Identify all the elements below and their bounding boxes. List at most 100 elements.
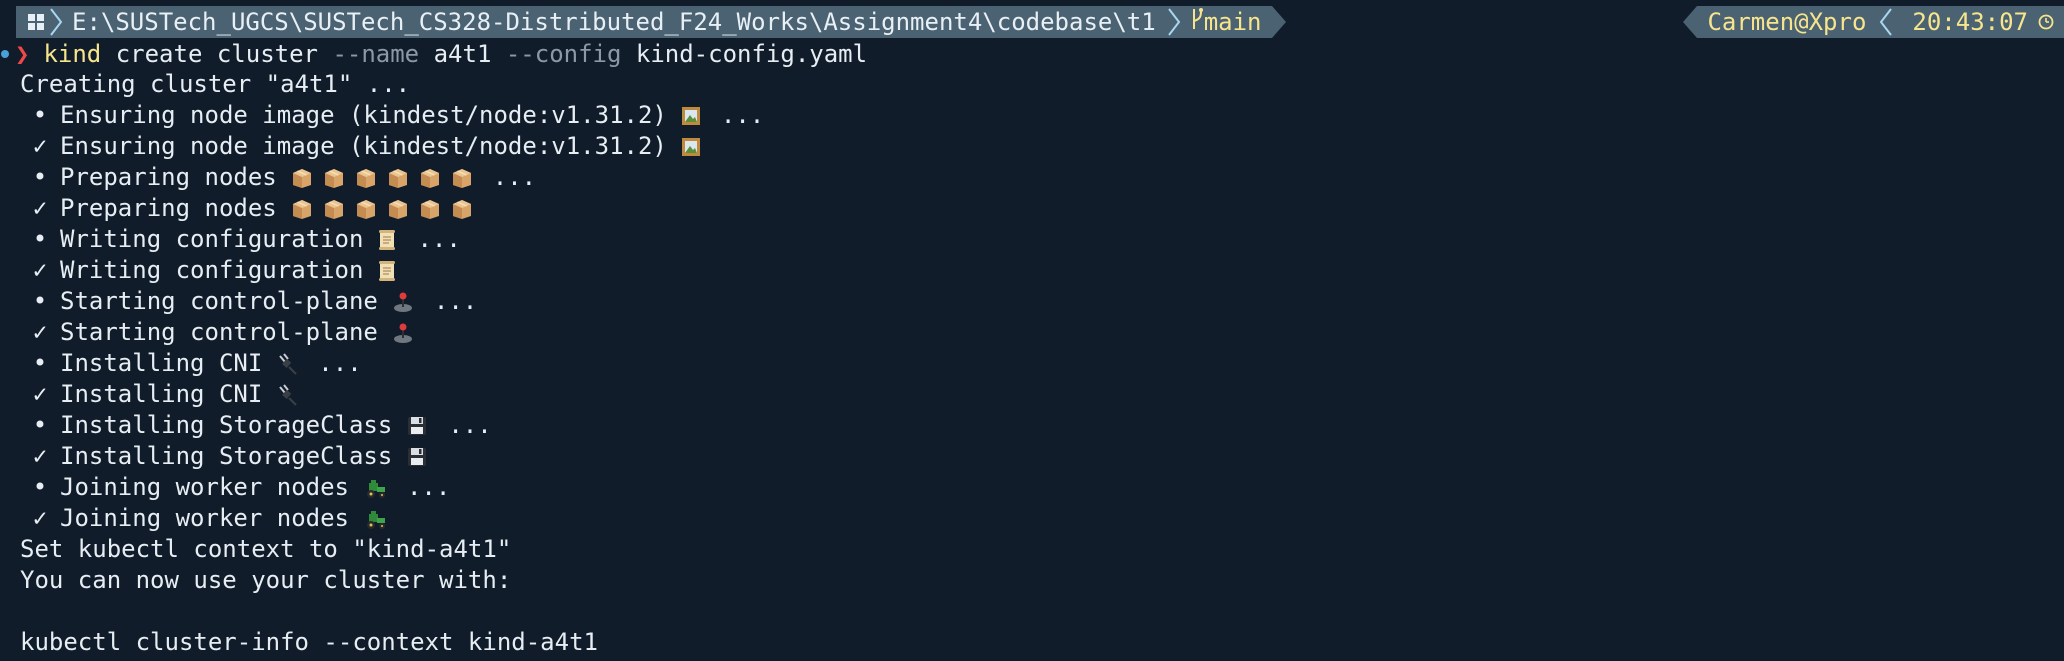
step-done-check: ✓: [32, 194, 48, 222]
step-line: • Ensuring node image (kindest/node:v1.31…: [20, 100, 764, 131]
step-pending-bullet: •: [32, 101, 48, 129]
step-line: ✓ Preparing nodes: [20, 193, 764, 224]
step-done-check: ✓: [32, 442, 48, 470]
git-branch-icon: [1190, 7, 1204, 37]
step-text: Installing CNI: [60, 349, 263, 377]
prompt-symbol: ❯: [15, 39, 30, 68]
step-progress-dots: ...: [417, 225, 461, 253]
os-segment: [16, 6, 44, 38]
scroll-icon: [377, 260, 407, 282]
command-flag-config: --config: [505, 39, 622, 68]
command-line[interactable]: ❯ kind create cluster --name a4t1 --conf…: [0, 38, 867, 69]
package-box-icon: [291, 167, 483, 189]
step-text: Preparing nodes: [60, 194, 277, 222]
command-program: kind: [43, 39, 102, 68]
prompt-left-segments: E:\SUSTech_UGCS\SUSTech_CS328-Distribute…: [16, 6, 1286, 38]
step-progress-dots: ...: [406, 473, 451, 501]
path-segment: E:\SUSTech_UGCS\SUSTech_CS328-Distribute…: [68, 6, 1162, 38]
step-line: • Preparing nodes ...: [20, 162, 764, 193]
step-text: Installing CNI: [60, 380, 263, 408]
electric-plug-icon: [276, 383, 308, 406]
step-text: Installing StorageClass: [60, 442, 393, 470]
step-line: ✓ Writing configuration: [20, 255, 764, 286]
git-segment: main: [1185, 6, 1272, 38]
prompt-bar: E:\SUSTech_UGCS\SUSTech_CS328-Distribute…: [0, 6, 2064, 38]
prompt-right-segments: Carmen@Xpro 20:43:07: [1683, 6, 2064, 38]
step-pending-bullet: •: [32, 163, 48, 191]
step-line: ✓ Starting control-plane: [20, 317, 764, 348]
step-done-check: ✓: [32, 504, 48, 532]
step-pending-bullet: •: [32, 473, 48, 501]
package-box-icon: [291, 198, 483, 220]
step-done-check: ✓: [32, 132, 48, 160]
output-header: Creating cluster "a4t1" ...: [20, 70, 411, 98]
step-progress-dots: ...: [492, 163, 537, 191]
step-pending-bullet: •: [32, 349, 48, 377]
git-branch-name: main: [1203, 8, 1262, 36]
electric-plug-icon: [276, 352, 308, 375]
picture-frame-icon: [681, 106, 711, 126]
segment-separator-icon: [44, 6, 68, 38]
joystick-icon: [392, 291, 424, 313]
step-list: • Ensuring node image (kindest/node:v1.31…: [20, 100, 764, 534]
user-segment: Carmen@Xpro: [1697, 6, 1875, 38]
step-text: Ensuring node image (kindest/node:v1.31.…: [60, 132, 667, 160]
step-text: Joining worker nodes: [60, 504, 349, 532]
step-line: ✓ Joining worker nodes: [20, 503, 764, 534]
step-text: Writing configuration: [60, 225, 364, 253]
step-done-check: ✓: [32, 256, 48, 284]
step-pending-bullet: •: [32, 411, 48, 439]
output-cluster-info-command: kubectl cluster-info --context kind-a4t1: [20, 628, 598, 656]
step-text: Starting control-plane: [60, 287, 378, 315]
command-output: Creating cluster "a4t1" ... • Ensuring no…: [20, 69, 764, 658]
step-text: Starting control-plane: [60, 318, 378, 346]
scroll-icon: [377, 229, 407, 251]
step-progress-dots: ...: [720, 101, 765, 129]
step-line: • Installing CNI ...: [20, 348, 764, 379]
step-line: ✓ Ensuring node image (kindest/node:v1.31…: [20, 131, 764, 162]
step-text: Installing StorageClass: [60, 411, 393, 439]
prompt-status-dot: [1, 49, 9, 58]
output-context-line: Set kubectl context to "kind-a4t1": [20, 535, 512, 563]
clock-time: 20:43:07: [1912, 8, 2028, 36]
terminal-window[interactable]: E:\SUSTech_UGCS\SUSTech_CS328-Distribute…: [0, 0, 2064, 661]
step-done-check: ✓: [32, 318, 48, 346]
tractor-icon: [363, 508, 397, 530]
step-text: Writing configuration: [60, 256, 364, 284]
command-flag-name: --name: [332, 39, 420, 68]
segment-start-cap: [1683, 6, 1698, 38]
tractor-icon: [363, 477, 397, 499]
step-progress-dots: ...: [448, 411, 492, 439]
clock-icon: [2038, 14, 2054, 30]
user-host: Carmen@Xpro: [1707, 8, 1867, 36]
current-path: E:\SUSTech_UGCS\SUSTech_CS328-Distribute…: [72, 8, 1156, 36]
command-arg-name: a4t1: [419, 39, 506, 68]
step-line: • Starting control-plane ...: [20, 286, 764, 317]
floppy-disk-icon: [406, 415, 438, 437]
windows-icon: [28, 14, 44, 30]
output-blank-line: [20, 596, 764, 627]
step-progress-dots: ...: [433, 287, 478, 315]
step-line: • Installing StorageClass ...: [20, 410, 764, 441]
step-line: • Joining worker nodes ...: [20, 472, 764, 503]
time-segment: 20:43:07: [1898, 6, 2064, 38]
command-subcommand: create cluster: [101, 39, 333, 68]
step-line: • Writing configuration ...: [20, 224, 764, 255]
joystick-icon: [392, 322, 424, 344]
step-pending-bullet: •: [32, 225, 48, 253]
step-text: Joining worker nodes: [60, 473, 349, 501]
step-done-check: ✓: [32, 380, 48, 408]
step-pending-bullet: •: [32, 287, 48, 315]
picture-frame-icon: [681, 137, 711, 157]
step-progress-dots: ...: [318, 349, 362, 377]
step-line: ✓ Installing StorageClass: [20, 441, 764, 472]
floppy-disk-icon: [406, 446, 438, 468]
segment-end-cap: [1271, 6, 1286, 38]
output-usage-line: You can now use your cluster with:: [20, 566, 512, 594]
step-text: Preparing nodes: [60, 163, 277, 191]
step-text: Ensuring node image (kindest/node:v1.31.…: [60, 101, 667, 129]
segment-separator-icon: [1874, 6, 1899, 38]
command-arg-config: kind-config.yaml: [621, 39, 868, 68]
step-line: ✓ Installing CNI: [20, 379, 764, 410]
segment-separator-icon: [1161, 6, 1186, 38]
